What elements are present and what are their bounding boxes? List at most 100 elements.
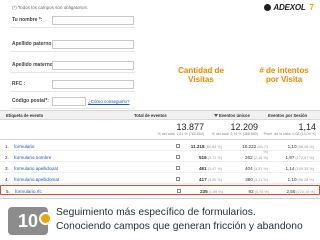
row-total-events: 11.218(80,84 %) <box>180 144 222 149</box>
row-index: 1. <box>5 144 9 149</box>
row-total-events: 417(3,00 %) <box>180 177 222 182</box>
field-label-apellido-materno: Apellido materno : <box>12 62 56 68</box>
header-total-events[interactable]: Total de eventos <box>134 113 167 118</box>
row-events-per-session-pct: (100,35 %) <box>295 167 314 171</box>
codigo-postal-input[interactable] <box>52 97 86 106</box>
header-unique-events-label: Eventos únicos <box>219 113 250 118</box>
apellido-materno-input[interactable] <box>52 61 134 70</box>
row-total-events-value: 461 <box>198 166 207 171</box>
row-unique-events-pct: (2,15 %) <box>253 156 268 160</box>
row-index: 3. <box>5 166 9 171</box>
row-event-label-link[interactable]: formulario.apellidopat <box>14 166 58 171</box>
row-events-per-session: 2,55(224,15 %) <box>277 189 315 194</box>
annotation-cantidad-visitas: Cantidad de Visitas <box>178 66 224 84</box>
caption-line-1: Seguimiento más específico de formulario… <box>56 207 256 218</box>
row-unique-events-pct: (3,31 %) <box>253 167 268 171</box>
row-unique-events-pct: (3,11 %) <box>253 178 268 182</box>
row-unique-events: 92(0,75 %) <box>239 189 269 194</box>
row-total-events-pct: (3,72 %) <box>207 156 222 160</box>
row-total-events-pct: (80,84 %) <box>205 145 222 149</box>
row-unique-events-value: 262 <box>244 155 253 160</box>
field-label-rfc: RFC : <box>12 81 26 87</box>
field-row-nombre: Tu nombre *: <box>10 14 135 28</box>
row-events-per-session-pct: (172,67 %) <box>295 156 314 160</box>
row-events-per-session: 1,10(96,05 %) <box>276 144 314 149</box>
logo-mark-icon <box>264 4 272 11</box>
row-events-per-session-value: 1,10 <box>287 177 297 182</box>
field-row-rfc: RFC : <box>10 78 135 92</box>
table-header: Etiqueta de evento Total de eventos Even… <box>0 111 320 120</box>
field-row-apellido-materno: Apellido materno : <box>10 59 135 73</box>
row-events-per-session-value: 1,97 <box>285 155 295 160</box>
field-label-nombre: Tu nombre *: <box>12 17 43 23</box>
row-unique-events: 262(2,15 %) <box>238 155 268 160</box>
annotation-intentos-por-visita: # de intentos por Visita <box>259 66 309 84</box>
row-unique-events-value: 92 <box>248 189 254 194</box>
row-events-per-session-pct: (96,05 %) <box>297 145 314 149</box>
field-label-codigo-postal: Código postal*: <box>12 98 49 104</box>
row-events-per-session-pct: (224,15 %) <box>296 190 315 194</box>
row-total-events-pct: (3,00 %) <box>207 178 222 182</box>
row-total-events: 516(3,72 %) <box>180 155 222 160</box>
totals-total-events-value: 13.877 <box>176 122 204 132</box>
table-row[interactable]: 2. formulario.nombre 516(3,72 %) 262(2,1… <box>0 152 320 162</box>
row-total-events-pct: (3,47 %) <box>207 167 222 171</box>
field-row-codigo-postal: Código postal*: ¿Cómo conseguirlo? <box>10 95 135 109</box>
row-events-per-session-pct: (96,28 %) <box>297 178 314 182</box>
row-events-per-session: 1,14(100,35 %) <box>276 166 314 171</box>
row-total-events-value: 235 <box>199 189 208 194</box>
totals-total-events: 13.877 % del total: 1,81 % (765.854) <box>124 122 204 136</box>
caption-line-2: Conociendo campos que generan fricción y… <box>56 221 303 232</box>
row-total-events: 461(3,47 %) <box>180 166 222 171</box>
row-event-label-link[interactable]: formulario <box>14 144 34 149</box>
totals-events-per-session: 1,14 Prom. de la vista: 0,08 (13,09 %) <box>262 122 316 136</box>
header-events-per-session[interactable]: Eventos por Sesión <box>268 113 307 118</box>
totals-events-per-session-value: 1,14 <box>298 122 316 132</box>
row-event-label-link[interactable]: formulario.nombre <box>14 155 51 160</box>
totals-unique-events-value: 12.209 <box>230 122 258 132</box>
events-report-table: Etiqueta de evento Total de eventos Even… <box>0 110 320 198</box>
required-fields-note: (*) Todos los campos son obligatorios. <box>12 5 88 10</box>
apellido-paterno-input[interactable] <box>52 40 134 49</box>
rfc-input[interactable] <box>52 80 134 89</box>
row-unique-events-value: 10.222 <box>242 144 257 149</box>
table-row-highlighted[interactable]: 5. formulario.rfc 235(1,69 %) 92(0,75 %)… <box>0 185 320 195</box>
logo-number: 7 <box>309 3 314 12</box>
como-conseguirlo-link[interactable]: ¿Cómo conseguirlo? <box>88 99 130 104</box>
badge-dot-icon <box>39 212 52 225</box>
sort-desc-icon <box>214 114 218 118</box>
totals-total-events-sub: % del total: 1,81 % (765.854) <box>157 132 204 136</box>
field-label-apellido-paterno: Apellido paterno *: <box>12 41 57 47</box>
table-row[interactable]: 4. formulario.apellidomat 417(3,00 %) 38… <box>0 174 320 184</box>
nombre-input[interactable] <box>52 16 134 25</box>
header-unique-events[interactable]: Eventos únicos <box>214 113 250 118</box>
totals-events-per-session-sub: Prom. de la vista: 0,08 (13,09 %) <box>263 132 316 136</box>
row-unique-events-value: 404 <box>244 166 253 171</box>
row-events-per-session-value: 2,55 <box>286 189 296 194</box>
row-total-events: 235(1,69 %) <box>181 189 223 194</box>
row-unique-events: 380(3,11 %) <box>238 177 268 182</box>
row-total-events-value: 417 <box>198 177 207 182</box>
totals-row: 13.877 % del total: 1,81 % (765.854) 12.… <box>0 120 320 140</box>
table-row[interactable]: 3. formulario.apellidopat 461(3,47 %) 40… <box>0 163 320 173</box>
row-events-per-session-value: 1,14 <box>285 166 295 171</box>
row-total-events-value: 516 <box>198 155 207 160</box>
slide-caption: 10 Seguimiento más específico de formula… <box>0 198 320 240</box>
totals-unique-events: 12.209 % del total: 3,14 % (388.880) <box>198 122 258 136</box>
row-unique-events: 404(3,31 %) <box>238 166 268 171</box>
row-event-label-link[interactable]: formulario.rfc <box>15 189 42 194</box>
row-index: 4. <box>5 177 9 182</box>
row-unique-events-pct: (0,75 %) <box>254 190 269 194</box>
row-index: 2. <box>5 155 9 160</box>
logo-text: ADEXOL <box>273 3 306 12</box>
row-total-events-value: 11.218 <box>190 144 205 149</box>
form-panel: (*) Todos los campos son obligatorios. T… <box>0 0 320 109</box>
row-events-per-session: 1,97(172,67 %) <box>276 155 314 160</box>
header-event-label[interactable]: Etiqueta de evento <box>6 113 43 118</box>
row-event-label-link[interactable]: formulario.apellidomat <box>14 177 59 182</box>
row-events-per-session-value: 1,10 <box>287 144 297 149</box>
row-unique-events-value: 380 <box>245 177 253 182</box>
row-total-events-pct: (1,69 %) <box>208 190 223 194</box>
row-events-per-session: 1,10(96,28 %) <box>276 177 314 182</box>
table-row[interactable]: 1. formulario 11.218(80,84 %) 10.222(83,… <box>0 141 320 154</box>
